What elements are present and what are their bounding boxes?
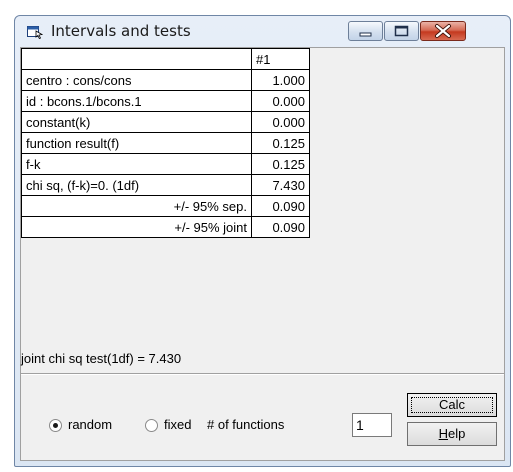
- row-value: 1.000: [251, 69, 310, 91]
- row-label: function result(f): [21, 132, 252, 154]
- window-title: Intervals and tests: [51, 22, 191, 40]
- functions-count-label: # of functions: [207, 417, 285, 432]
- table-row: +/- 95% joint 0.090: [21, 216, 310, 238]
- table-row: id : bcons.1/bcons.1 0.000: [21, 90, 310, 112]
- table-row: +/- 95% sep. 0.090: [21, 195, 310, 217]
- table-row: centro : cons/cons 1.000: [21, 69, 310, 91]
- table-row: constant(k) 0.000: [21, 111, 310, 133]
- help-button[interactable]: Help: [407, 422, 497, 446]
- row-label: chi sq, (f-k)=0. (1df): [21, 174, 252, 196]
- results-grid: #1 centro : cons/cons 1.000 id : bcons.1…: [21, 48, 310, 238]
- row-label: constant(k): [21, 111, 252, 133]
- row-label: centro : cons/cons: [21, 69, 252, 91]
- table-row: function result(f) 0.125: [21, 132, 310, 154]
- row-label: +/- 95% sep.: [21, 195, 252, 217]
- close-icon: [435, 24, 451, 38]
- functions-count-input[interactable]: 1: [352, 413, 392, 437]
- dialog-client-area: #1 centro : cons/cons 1.000 id : bcons.1…: [20, 47, 505, 461]
- minimize-icon: [359, 32, 372, 37]
- fixed-label[interactable]: fixed: [164, 417, 191, 432]
- table-row: chi sq, (f-k)=0. (1df) 7.430: [21, 174, 310, 196]
- maximize-icon: [394, 25, 409, 37]
- row-value: 0.000: [251, 90, 310, 112]
- fixed-radio[interactable]: [145, 419, 158, 432]
- app-icon: [27, 25, 44, 40]
- grid-header-row: #1: [21, 48, 310, 70]
- maximize-button[interactable]: [384, 21, 419, 41]
- row-value: 7.430: [251, 174, 310, 196]
- joint-test-result: joint chi sq test(1df) = 7.430: [21, 351, 182, 366]
- title-bar[interactable]: Intervals and tests: [15, 16, 510, 46]
- help-button-label: elp: [448, 426, 466, 441]
- row-label: id : bcons.1/bcons.1: [21, 90, 252, 112]
- focus-rectangle: [411, 397, 493, 413]
- intervals-window: Intervals and tests #1 centro: cons/con…: [14, 15, 511, 467]
- random-radio[interactable]: [49, 419, 62, 432]
- grid-corner-cell: [21, 48, 252, 70]
- minimize-button[interactable]: [348, 21, 383, 41]
- table-row: f-k 0.125: [21, 153, 310, 175]
- row-value: 0.090: [251, 216, 310, 238]
- close-button[interactable]: [420, 21, 466, 41]
- row-value: 0.125: [251, 132, 310, 154]
- help-accelerator: H: [438, 426, 449, 441]
- divider: [21, 373, 504, 375]
- row-value: 0.000: [251, 111, 310, 133]
- row-label: f-k: [21, 153, 252, 175]
- row-label: +/- 95% joint: [21, 216, 252, 238]
- random-label[interactable]: random: [68, 417, 112, 432]
- column-header: #1: [251, 48, 310, 70]
- row-value: 0.125: [251, 153, 310, 175]
- row-value: 0.090: [251, 195, 310, 217]
- calc-button[interactable]: Calc: [407, 393, 497, 417]
